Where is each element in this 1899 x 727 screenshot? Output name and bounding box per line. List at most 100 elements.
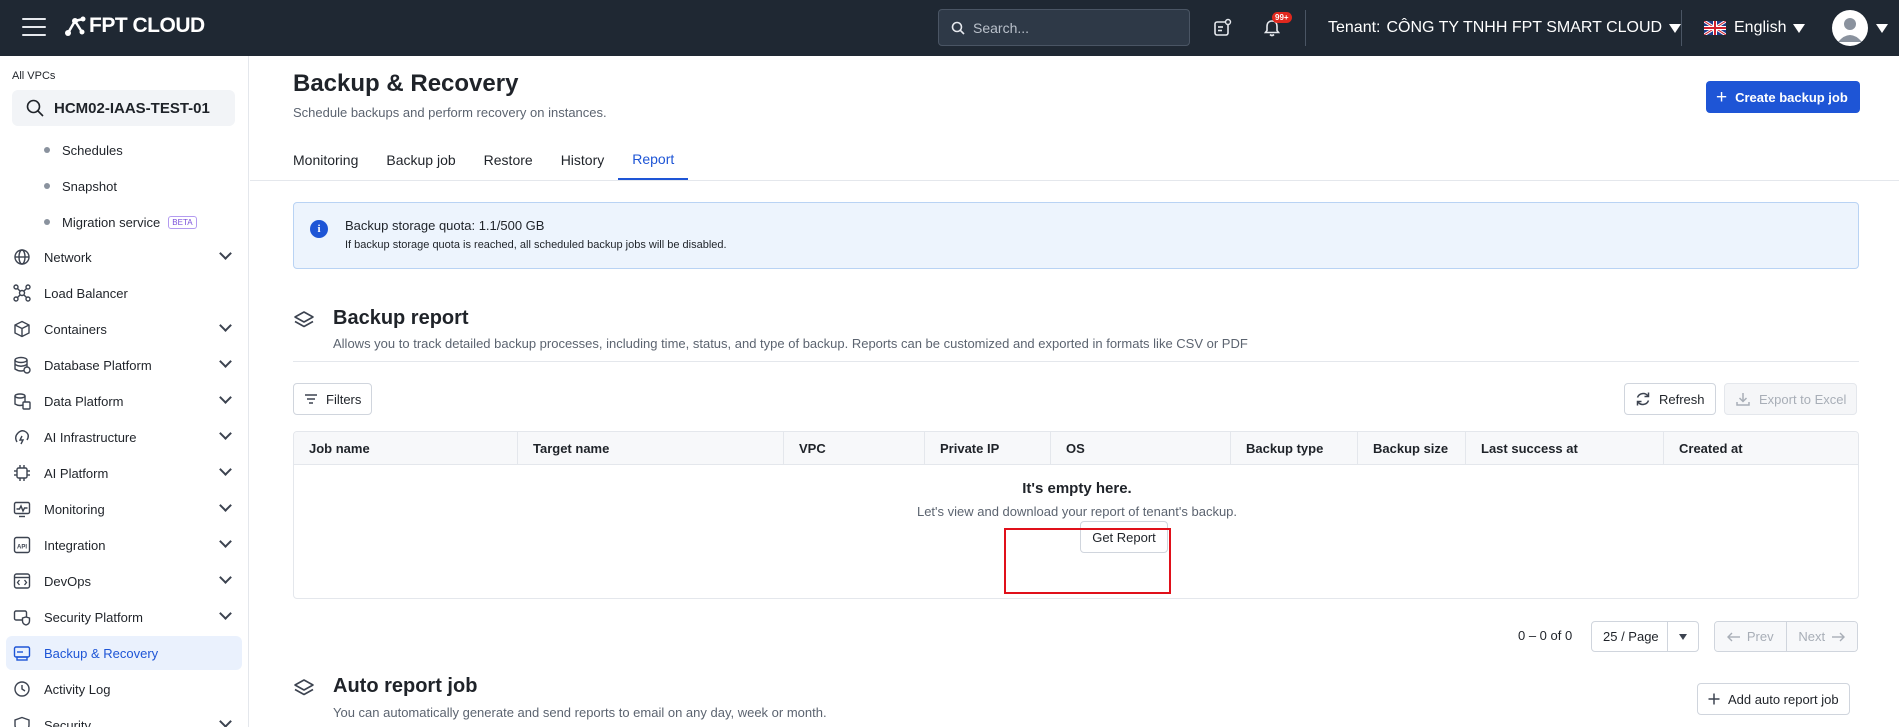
sidebar-item-security[interactable]: Security [6, 708, 242, 727]
page-size-select[interactable]: 25 / Page [1591, 621, 1699, 652]
sidebar-item-load-balancer[interactable]: Load Balancer [6, 276, 242, 310]
vpc-label: All VPCs [12, 70, 56, 82]
sidebar-item-backup-recovery[interactable]: Backup & Recovery [6, 636, 242, 670]
section-divider [293, 361, 1859, 362]
sidebar-item-network[interactable]: Network [6, 240, 242, 274]
sidebar-item-activity-log[interactable]: Activity Log [6, 672, 242, 706]
layers-icon [294, 311, 314, 328]
create-backup-job-button[interactable]: + Create backup job [1706, 81, 1860, 113]
language-selector[interactable]: English [1704, 0, 1806, 56]
tab-history[interactable]: History [547, 140, 619, 180]
plus-icon: + [1716, 86, 1728, 108]
tab-report[interactable]: Report [618, 140, 689, 180]
notification-bell-icon[interactable]: 99+ [1258, 12, 1292, 42]
sidebar-item-label: Load Balancer [44, 285, 128, 301]
sidebar-item-ai-platform[interactable]: AI Platform [6, 456, 242, 490]
user-icon [1838, 18, 1862, 42]
user-avatar[interactable] [1832, 10, 1868, 46]
uk-flag-icon [1704, 21, 1726, 35]
backup-report-description: Allows you to track detailed backup proc… [333, 336, 1248, 351]
sidebar-item-label: Backup & Recovery [44, 645, 159, 661]
column-header-backup-size[interactable]: Backup size [1358, 432, 1466, 465]
tab-monitoring[interactable]: Monitoring [293, 140, 372, 180]
notification-count-badge: 99+ [1272, 12, 1292, 23]
refresh-button[interactable]: Refresh [1624, 383, 1716, 415]
tab-backup-job[interactable]: Backup job [372, 140, 469, 180]
next-page-button[interactable]: Next [1785, 622, 1857, 651]
column-header-target-name[interactable]: Target name [518, 432, 784, 465]
arrow-right-icon [1832, 632, 1846, 641]
search-input[interactable] [973, 19, 1173, 36]
sidebar-subitem-snapshot[interactable]: Snapshot [44, 176, 117, 196]
bullet-dot [44, 219, 50, 225]
download-icon [1735, 391, 1751, 407]
top-navigation-bar: FPT CLOUD 99+ Tenant: CÔNG TY TNHH FPT S… [0, 0, 1899, 56]
export-to-excel-button[interactable]: Export to Excel [1724, 383, 1858, 415]
shield-icon [12, 715, 32, 727]
pagination-count: 0 – 0 of 0 [1518, 628, 1573, 643]
sidebar-item-data-platform[interactable]: Data Platform [6, 384, 242, 418]
column-header-os[interactable]: OS [1051, 432, 1231, 465]
monitoring-icon [12, 499, 32, 519]
column-header-vpc[interactable]: VPC [784, 432, 925, 465]
sidebar-item-database-platform[interactable]: Database Platform [6, 348, 242, 382]
brand-name: FPT CLOUD [89, 14, 205, 37]
pagination-nav: Prev Next [1714, 621, 1858, 652]
search-icon [951, 21, 965, 35]
subitem-label: Schedules [62, 142, 123, 158]
sidebar-item-devops[interactable]: DevOps [6, 564, 242, 598]
sidebar-item-label: Integration [44, 537, 106, 553]
column-header-last-success-at[interactable]: Last success at [1466, 432, 1664, 465]
backup-icon [12, 643, 32, 663]
get-report-button[interactable]: Get Report [1080, 521, 1168, 553]
api-icon: API [12, 535, 32, 555]
tenant-selector[interactable]: Tenant: CÔNG TY TNHH FPT SMART CLOUD [1328, 0, 1682, 56]
column-header-created-at[interactable]: Created at [1664, 432, 1858, 465]
avatar-caret-icon[interactable] [1876, 24, 1888, 33]
sidebar-item-label: Database Platform [44, 357, 152, 373]
feedback-icon[interactable] [1208, 14, 1236, 42]
empty-state-title: It's empty here. [1022, 480, 1132, 497]
sidebar-item-integration[interactable]: API Integration [6, 528, 242, 562]
filter-icon [304, 393, 318, 405]
page-title: Backup & Recovery [293, 70, 519, 97]
sidebar-subitem-migration-service[interactable]: Migration service BETA [44, 212, 197, 232]
prev-page-button[interactable]: Prev [1715, 622, 1786, 651]
add-auto-report-job-button[interactable]: Add auto report job [1697, 683, 1850, 715]
quota-info-banner: i Backup storage quota: 1.1/500 GB If ba… [293, 202, 1859, 269]
sidebar-item-label: Network [44, 249, 92, 265]
sidebar-item-label: Security Platform [44, 609, 143, 625]
caret-down-icon [1793, 23, 1806, 33]
sidebar-item-monitoring[interactable]: Monitoring [6, 492, 242, 526]
database-icon [12, 355, 32, 375]
column-header-private-ip[interactable]: Private IP [925, 432, 1051, 465]
sidebar-subitem-schedules[interactable]: Schedules [44, 140, 123, 160]
global-search[interactable] [938, 9, 1190, 46]
empty-state-description: Let's view and download your report of t… [916, 504, 1238, 519]
filters-label: Filters [326, 391, 362, 407]
next-label: Next [1798, 629, 1826, 644]
security-icon [12, 607, 32, 627]
add-auto-report-label: Add auto report job [1728, 691, 1839, 707]
topbar-divider [1681, 10, 1682, 46]
chevron-down-icon [219, 391, 232, 404]
prev-label: Prev [1746, 629, 1774, 644]
main-content: Backup & Recovery Schedule backups and p… [250, 56, 1899, 727]
refresh-icon [1635, 391, 1651, 407]
sidebar-item-label: DevOps [44, 573, 91, 589]
ai-chip-icon [12, 463, 32, 483]
sidebar-item-ai-infrastructure[interactable]: AI Infrastructure [6, 420, 242, 454]
brand-logo[interactable]: FPT CLOUD [63, 14, 205, 38]
vpc-selector[interactable]: HCM02-IAAS-TEST-01 [12, 90, 235, 126]
sidebar-item-label: Security [44, 717, 91, 727]
caret-down-icon [1669, 23, 1682, 33]
tab-restore[interactable]: Restore [470, 140, 547, 180]
filters-button[interactable]: Filters [293, 383, 373, 415]
column-header-backup-type[interactable]: Backup type [1231, 432, 1358, 465]
column-header-job-name[interactable]: Job name [294, 432, 518, 465]
sidebar-item-containers[interactable]: Containers [6, 312, 242, 346]
sidebar-item-security-platform[interactable]: Security Platform [6, 600, 242, 634]
sidebar-item-label: Activity Log [44, 681, 111, 697]
page-subtitle: Schedule backups and perform recovery on… [293, 105, 607, 120]
menu-icon[interactable] [22, 18, 46, 36]
